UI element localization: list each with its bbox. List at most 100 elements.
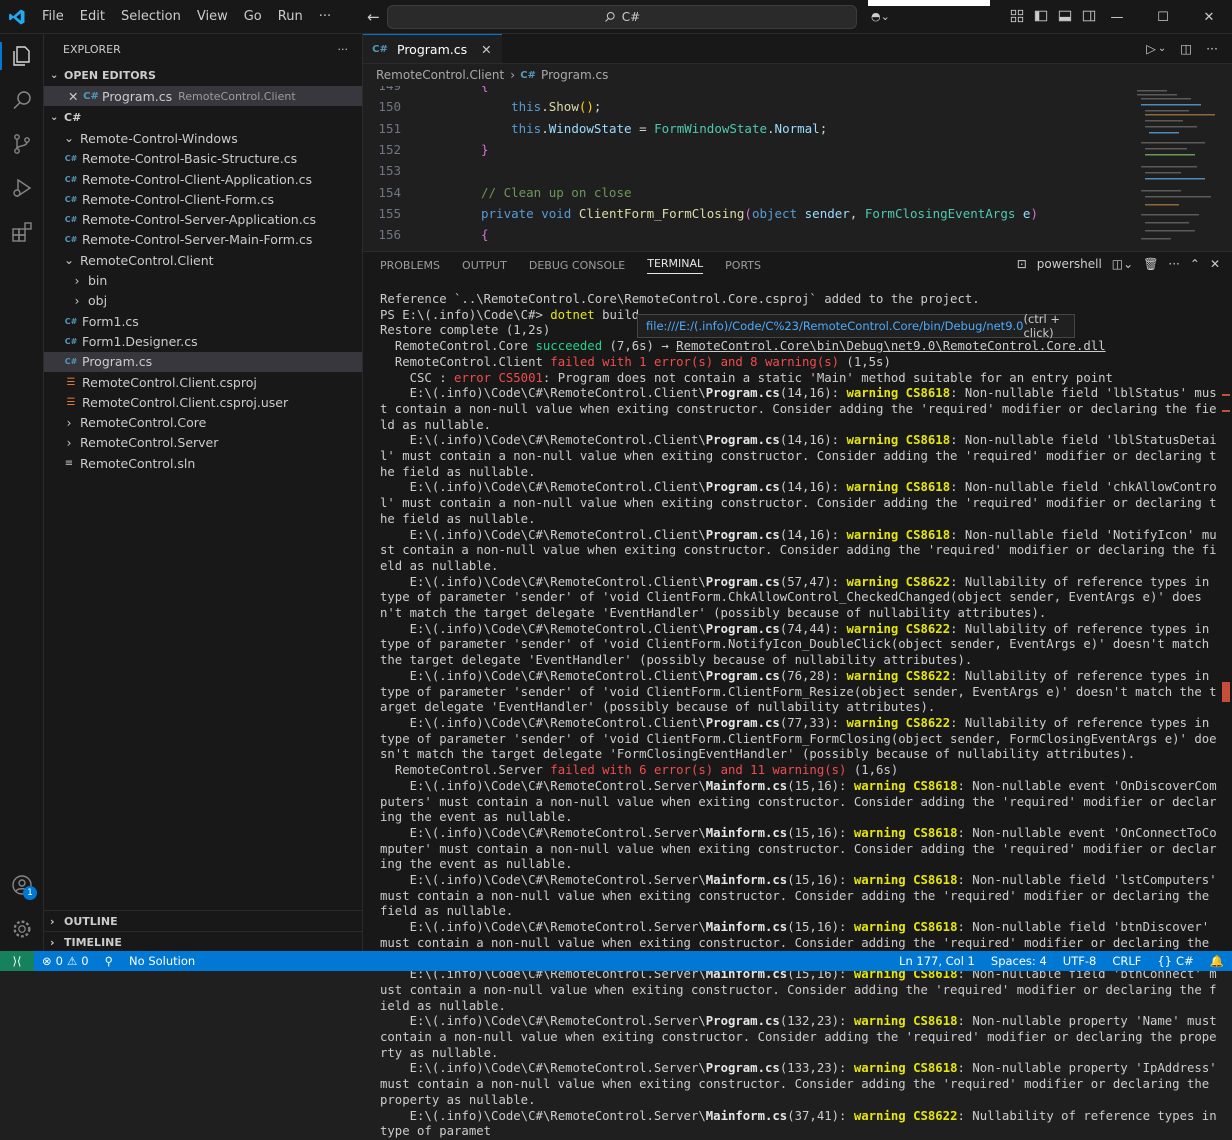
back-arrow-icon[interactable]: ← (367, 8, 380, 26)
tree-folder[interactable]: › RemoteControl.Core (44, 412, 362, 432)
menu-item[interactable]: Selection (113, 9, 189, 24)
settings-gear-icon[interactable] (0, 907, 44, 951)
remote-icon[interactable]: ⟩⟨ (0, 951, 34, 971)
panel-tab[interactable]: PROBLEMS (380, 259, 440, 272)
trash-icon[interactable]: 🗑 (1143, 257, 1158, 271)
breadcrumb-file[interactable]: Program.cs (541, 68, 608, 82)
split-editor-icon[interactable]: ◫ (1180, 41, 1192, 56)
menu-item[interactable]: ··· (311, 9, 339, 24)
tree-file[interactable]: C# Remote-Control-Client-Application.cs (44, 169, 362, 189)
source-control-icon[interactable] (0, 122, 44, 166)
tree-file[interactable]: ☰ RemoteControl.Client.csproj.user (44, 392, 362, 412)
tooltip-link[interactable]: file:///E:/(.info)/Code/C%23/RemoteContr… (646, 319, 1023, 333)
problems-indicator[interactable]: ⊗ 0 ⚠ 0 (34, 954, 97, 968)
explorer-icon[interactable] (0, 34, 44, 78)
outline-section[interactable]: › OUTLINE (44, 910, 363, 931)
run-icon[interactable]: ▷ (1146, 41, 1156, 56)
bottom-panel: PROBLEMS OUTPUT DEBUG CONSOLE TERMINAL PORTS… (363, 251, 1232, 1138)
open-editor-item[interactable]: ✕ C# Program.cs RemoteControl.Client (44, 86, 362, 107)
language-mode[interactable]: {} C# (1149, 954, 1201, 968)
panel-tab[interactable]: DEBUG CONSOLE (529, 259, 625, 272)
chevron-right-icon: › (74, 293, 80, 308)
tree-folder[interactable]: › obj (44, 291, 362, 311)
chevron-down-icon: ⌄ (63, 131, 75, 146)
csharp-file-icon: C# (64, 357, 78, 367)
tree-file[interactable]: ≡ RemoteControl.sln (44, 453, 362, 473)
close-panel-icon[interactable]: ✕ (1210, 257, 1220, 271)
tree-item-label: Form1.cs (82, 313, 139, 329)
cursor-position[interactable]: Ln 177, Col 1 (891, 954, 983, 968)
tree-file[interactable]: C# Remote-Control-Server-Main-Form.cs (44, 230, 362, 250)
toggle-panel-icon[interactable] (1058, 9, 1072, 26)
account-icon[interactable]: 1 (0, 863, 44, 907)
tree-item-label: obj (88, 293, 108, 309)
maximize-icon[interactable]: ☐ (1140, 0, 1186, 34)
close-icon[interactable]: ✕ (1186, 0, 1232, 34)
tree-folder[interactable]: › bin (44, 270, 362, 290)
menu-item[interactable]: View (189, 9, 236, 24)
search-sidebar-icon[interactable] (0, 78, 44, 122)
terminal-scrollbar[interactable] (1218, 292, 1232, 952)
open-editors-section[interactable]: ⌄ OPEN EDITORS (44, 64, 362, 86)
indentation[interactable]: Spaces: 4 (983, 954, 1055, 968)
tree-file[interactable]: C# Remote-Control-Basic-Structure.cs (44, 149, 362, 169)
close-editor-icon[interactable]: ✕ (68, 89, 84, 104)
tree-file[interactable]: C# Form1.cs (44, 311, 362, 331)
tree-file[interactable]: C# Remote-Control-Client-Form.cs (44, 189, 362, 209)
ports-icon[interactable]: ⚲ (97, 954, 121, 968)
chevron-right-icon: › (74, 273, 80, 288)
panel-tab[interactable]: TERMINAL (647, 257, 704, 274)
tree-item-label: Program.cs (82, 354, 153, 370)
more-actions-icon[interactable]: ··· (1168, 257, 1179, 271)
tree-item-label: Remote-Control-Server-Main-Form.cs (82, 232, 313, 248)
minimize-icon[interactable]: — (1094, 0, 1140, 34)
close-tab-icon[interactable]: ✕ (481, 42, 491, 57)
tree-folder[interactable]: ⌄ RemoteControl.Client (44, 250, 362, 270)
command-center-search[interactable]: C# (387, 5, 857, 29)
csharp-file-icon: C# (64, 194, 78, 204)
encoding[interactable]: UTF-8 (1055, 954, 1105, 968)
tree-folder[interactable]: › RemoteControl.Server (44, 433, 362, 453)
more-actions-icon[interactable]: ··· (338, 43, 349, 56)
panel-tab[interactable]: OUTPUT (462, 259, 507, 272)
copilot-icon[interactable]: ◓⌄ (871, 10, 890, 23)
code-view[interactable]: 149{ 150 this.Show(); 151 this.WindowSta… (363, 86, 1123, 251)
menu-item[interactable]: Run (270, 9, 311, 24)
csharp-file-icon: C# (372, 43, 388, 55)
file-tree: ⌄ Remote-Control-Windows C# Remote-Control-… (44, 128, 362, 473)
toggle-sidebar-icon[interactable] (1034, 9, 1048, 26)
split-terminal-icon[interactable]: ◫⌄ (1112, 257, 1133, 271)
customize-layout-icon[interactable] (1010, 9, 1024, 26)
run-debug-icon[interactable] (0, 166, 44, 210)
timeline-section[interactable]: › TIMELINE (44, 931, 363, 952)
tab-program-cs[interactable]: C# Program.cs ✕ (363, 34, 502, 63)
tree-file[interactable]: C# Form1.Designer.cs (44, 331, 362, 351)
panel-tab[interactable]: PORTS (725, 259, 761, 272)
menu-item[interactable]: File (34, 9, 72, 24)
copilot-area (868, 0, 990, 6)
chevron-down-icon[interactable]: ⌄ (1158, 43, 1166, 54)
breadcrumb-folder[interactable]: RemoteControl.Client (376, 68, 504, 82)
menu-item[interactable]: Go (236, 9, 270, 24)
menu-item[interactable]: Edit (72, 9, 113, 24)
editor-area: C# Program.cs ✕ ▷ ⌄ ◫ ··· RemoteControl.C… (363, 34, 1232, 251)
account-badge: 1 (23, 886, 37, 900)
tree-file[interactable]: C# Remote-Control-Server-Application.cs (44, 209, 362, 229)
minimap[interactable] (1131, 86, 1221, 251)
tree-item-label: Remote-Control-Basic-Structure.cs (82, 151, 298, 167)
link-tooltip[interactable]: file:///E:/(.info)/Code/C%23/RemoteContr… (637, 312, 1075, 340)
extensions-icon[interactable] (0, 210, 44, 254)
more-actions-icon[interactable]: ··· (1206, 41, 1218, 56)
shell-name[interactable]: powershell (1037, 257, 1102, 271)
tree-file[interactable]: C# Program.cs (44, 351, 362, 372)
terminal-output[interactable]: Reference `..\RemoteControl.Core\RemoteC… (380, 292, 1218, 1140)
tree-folder[interactable]: ⌄ Remote-Control-Windows (44, 128, 362, 148)
warning-icon: ⚠ (66, 954, 78, 968)
tree-file[interactable]: ☰ RemoteControl.Client.csproj (44, 372, 362, 392)
csharp-file-icon: C# (64, 154, 78, 164)
line-endings[interactable]: CRLF (1104, 954, 1149, 968)
workspace-section[interactable]: ⌄ C# (44, 106, 362, 128)
maximize-panel-icon[interactable]: ⌃ (1190, 257, 1200, 271)
notifications-icon[interactable]: 🔔 (1202, 954, 1232, 968)
solution-status[interactable]: No Solution (121, 954, 203, 968)
